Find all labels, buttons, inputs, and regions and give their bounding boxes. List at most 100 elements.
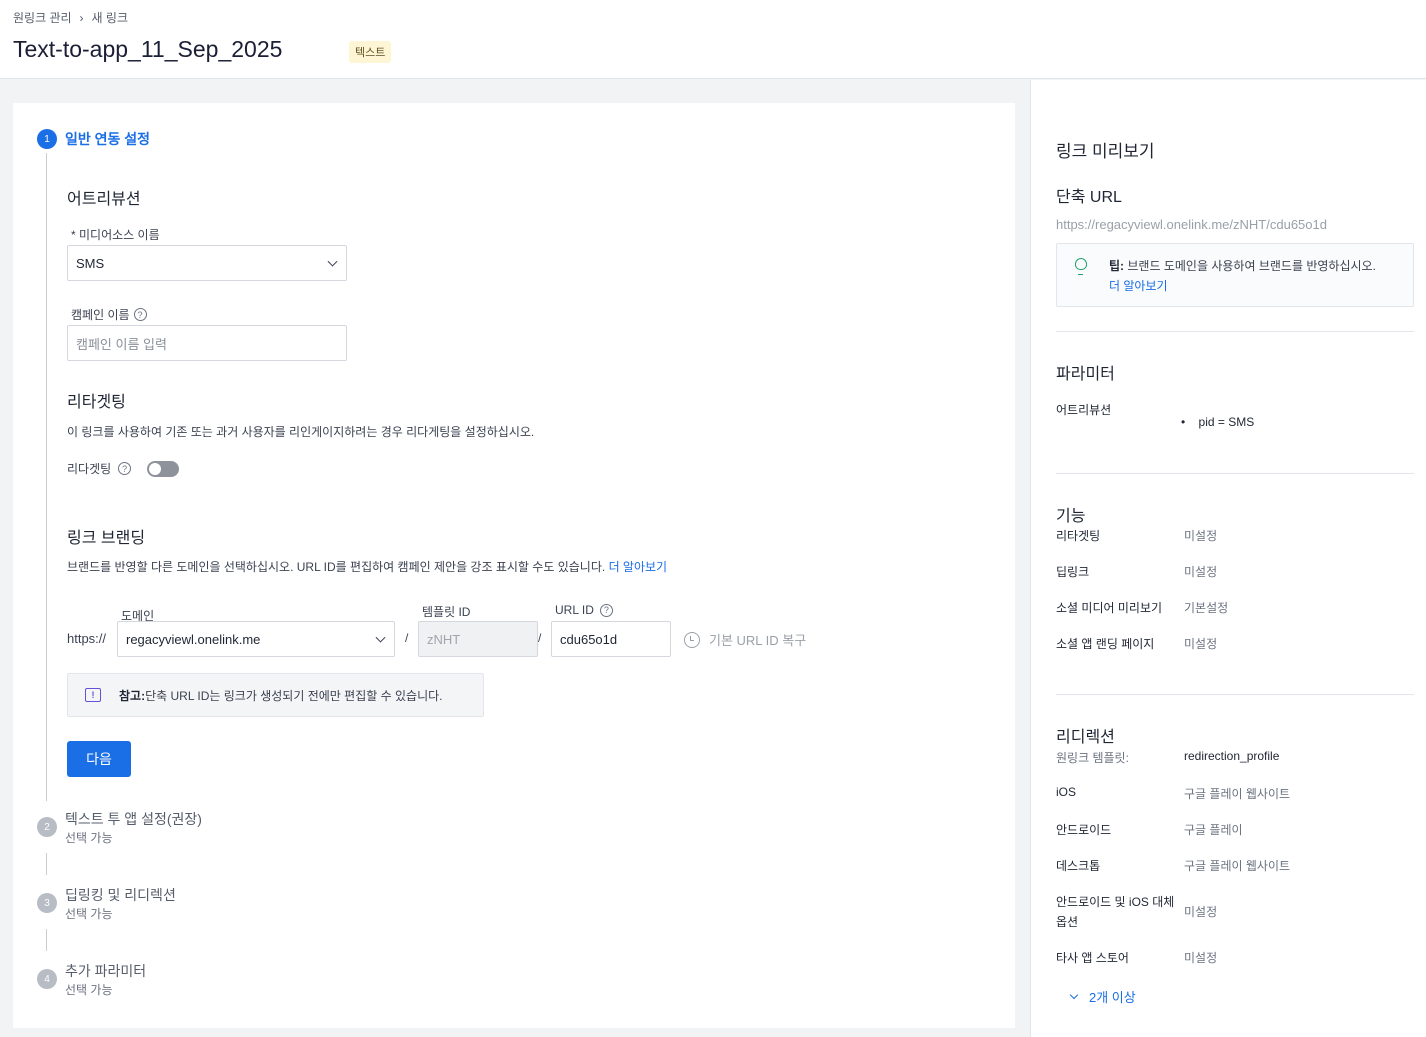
redirect-label: 안드로이드	[1056, 823, 1112, 837]
help-icon[interactable]: ?	[599, 603, 613, 617]
template-id-label: 템플릿 ID	[422, 605, 471, 619]
media-source-value: SMS	[76, 255, 105, 271]
tip-text: 팁: 브랜드 도메인을 사용하여 브랜드를 반영하십시오. 더 알아보기	[1109, 256, 1376, 296]
parameter-value: pid = SMS	[1198, 415, 1255, 429]
redirect-value: 구글 플레이 웹사이트	[1184, 787, 1291, 801]
page-header: 원링크 관리 › 새 링크 Text-to-app_11_Sep_2025 텍스…	[0, 0, 1426, 79]
path-separator: /	[405, 631, 409, 645]
show-more-button[interactable]: 2개 이상	[1069, 987, 1136, 1006]
step-connector	[46, 153, 47, 801]
link-branding-heading: 링크 브랜딩	[67, 530, 146, 547]
feature-label: 소셜 미디어 미리보기	[1056, 601, 1163, 615]
feature-value: 기본설정	[1184, 601, 1229, 615]
parameter-item: • pid = SMS	[1181, 415, 1255, 429]
features-heading: 기능	[1056, 508, 1086, 525]
note-box: ! 참고: 단축 URL ID는 링크가 생성되기 전에만 편집할 수 있습니다…	[67, 673, 484, 717]
tip-label: 팁:	[1109, 259, 1125, 273]
breadcrumb-parent[interactable]: 원링크 관리	[13, 9, 72, 26]
learn-more-link[interactable]: 더 알아보기	[609, 560, 668, 574]
feature-label: 리타겟팅	[1056, 529, 1101, 543]
redirect-label: iOS	[1056, 785, 1077, 799]
campaign-name-input[interactable]: 캠페인 이름 입력	[67, 325, 347, 361]
restore-url-id-label: 기본 URL ID 복구	[709, 633, 807, 648]
link-setup-card: 1 일반 연동 설정 어트리뷰션 * 미디어소스 이름 SMS 캠페인 이름 ?…	[13, 103, 1015, 1028]
step-4-title[interactable]: 추가 파라미터	[65, 961, 146, 981]
redirect-value: 구글 플레이	[1184, 823, 1243, 837]
redirect-value: 미설정	[1184, 951, 1218, 965]
restore-url-id-button[interactable]: 기본 URL ID 복구	[684, 630, 806, 649]
step-connector	[46, 853, 47, 875]
feature-label: 소셜 앱 랜딩 페이지	[1056, 637, 1155, 651]
step-2-subtitle: 선택 가능	[65, 831, 113, 845]
media-source-label: * 미디어소스 이름	[71, 228, 160, 242]
link-branding-description: 브랜드를 반영할 다른 도메인을 선택하십시오. URL ID를 편집하여 캠페…	[67, 558, 667, 575]
feature-value: 미설정	[1184, 637, 1218, 651]
retargeting-heading: 리타겟팅	[67, 394, 126, 411]
short-url-value: https://regacyviewl.onelink.me/zNHT/cdu6…	[1056, 217, 1327, 232]
path-separator: /	[538, 631, 542, 645]
tip-box: 팁: 브랜드 도메인을 사용하여 브랜드를 반영하십시오. 더 알아보기	[1056, 243, 1414, 307]
step-2-title[interactable]: 텍스트 투 앱 설정(권장)	[65, 809, 202, 829]
link-branding-description-text: 브랜드를 반영할 다른 도메인을 선택하십시오. URL ID를 편집하여 캠페…	[67, 560, 606, 574]
step-3-number: 3	[37, 893, 57, 913]
lightbulb-icon	[1075, 258, 1087, 275]
tip-learn-more-link[interactable]: 더 알아보기	[1109, 279, 1168, 293]
url-id-label-text: URL ID	[555, 603, 594, 617]
divider	[1056, 331, 1414, 332]
feature-value: 미설정	[1184, 529, 1218, 543]
breadcrumb-current: 새 링크	[91, 11, 129, 25]
url-id-input[interactable]: cdu65o1d	[551, 621, 671, 657]
retargeting-description: 이 링크를 사용하여 기존 또는 과거 사용자를 리인게이지하려는 경우 리다게…	[67, 425, 535, 439]
retargeting-toggle-label-text: 리다겟팅	[67, 462, 112, 476]
step-4-subtitle: 선택 가능	[65, 983, 113, 997]
redirect-value: 구글 플레이 웹사이트	[1184, 859, 1291, 873]
step-connector	[46, 929, 47, 951]
campaign-name-label: 캠페인 이름 ?	[71, 306, 147, 323]
show-more-label: 2개 이상	[1089, 990, 1136, 1005]
next-button[interactable]: 다음	[67, 741, 131, 777]
redirect-template-label: 원링크 템플릿:	[1056, 751, 1129, 765]
retargeting-toggle[interactable]	[147, 461, 179, 477]
media-source-select[interactable]: SMS	[67, 245, 347, 281]
link-type-badge: 텍스트	[349, 41, 392, 63]
chevron-down-icon	[1069, 990, 1079, 999]
feature-value: 미설정	[1184, 565, 1218, 579]
note-label: 참고:	[119, 688, 146, 703]
parameters-label: 어트리뷰션	[1056, 403, 1112, 417]
chevron-down-icon	[327, 256, 338, 267]
chevron-down-icon	[375, 632, 386, 643]
help-icon[interactable]: ?	[118, 462, 132, 475]
chevron-right-icon: ›	[79, 10, 84, 25]
message-alert-icon: !	[85, 688, 101, 702]
step-1-title[interactable]: 일반 연동 설정	[65, 129, 150, 149]
attribution-heading: 어트리뷰션	[67, 191, 141, 208]
redirect-label: 데스크톱	[1056, 859, 1101, 873]
campaign-name-label-text: 캠페인 이름	[71, 308, 130, 322]
redirection-heading: 리디렉션	[1056, 729, 1115, 746]
retargeting-toggle-label: 리다겟팅 ?	[67, 460, 132, 477]
short-url-heading: 단축 URL	[1056, 189, 1122, 206]
parameters-heading: 파라미터	[1056, 366, 1115, 383]
note-text: 단축 URL ID는 링크가 생성되기 전에만 편집할 수 있습니다.	[145, 688, 443, 703]
domain-value: regacyviewl.onelink.me	[126, 631, 261, 647]
divider	[1056, 694, 1414, 695]
template-id-input: zNHT	[418, 621, 538, 657]
divider	[1056, 473, 1414, 474]
page-title: Text-to-app_11_Sep_2025	[13, 36, 283, 62]
url-prefix: https://	[67, 631, 107, 646]
tip-message: 브랜드 도메인을 사용하여 브랜드를 반영하십시오.	[1124, 259, 1376, 273]
redirect-value: 미설정	[1184, 905, 1218, 919]
history-icon	[684, 631, 700, 648]
url-id-label: URL ID ?	[555, 603, 613, 617]
step-3-title[interactable]: 딥링킹 및 리디렉션	[65, 885, 176, 905]
domain-select[interactable]: regacyviewl.onelink.me	[117, 621, 395, 657]
step-2-number: 2	[37, 817, 57, 837]
feature-label: 딥링크	[1056, 565, 1090, 579]
breadcrumb: 원링크 관리 › 새 링크	[13, 9, 128, 26]
redirect-template-value: redirection_profile	[1184, 749, 1280, 763]
link-preview-panel: 링크 미리보기 단축 URL https://regacyviewl.oneli…	[1030, 80, 1426, 1037]
help-icon[interactable]: ?	[133, 308, 147, 321]
redirect-label: 타사 앱 스토어	[1056, 951, 1129, 965]
redirect-label: 안드로이드 및 iOS 대체 옵션	[1056, 895, 1175, 929]
step-4-number: 4	[37, 969, 57, 989]
